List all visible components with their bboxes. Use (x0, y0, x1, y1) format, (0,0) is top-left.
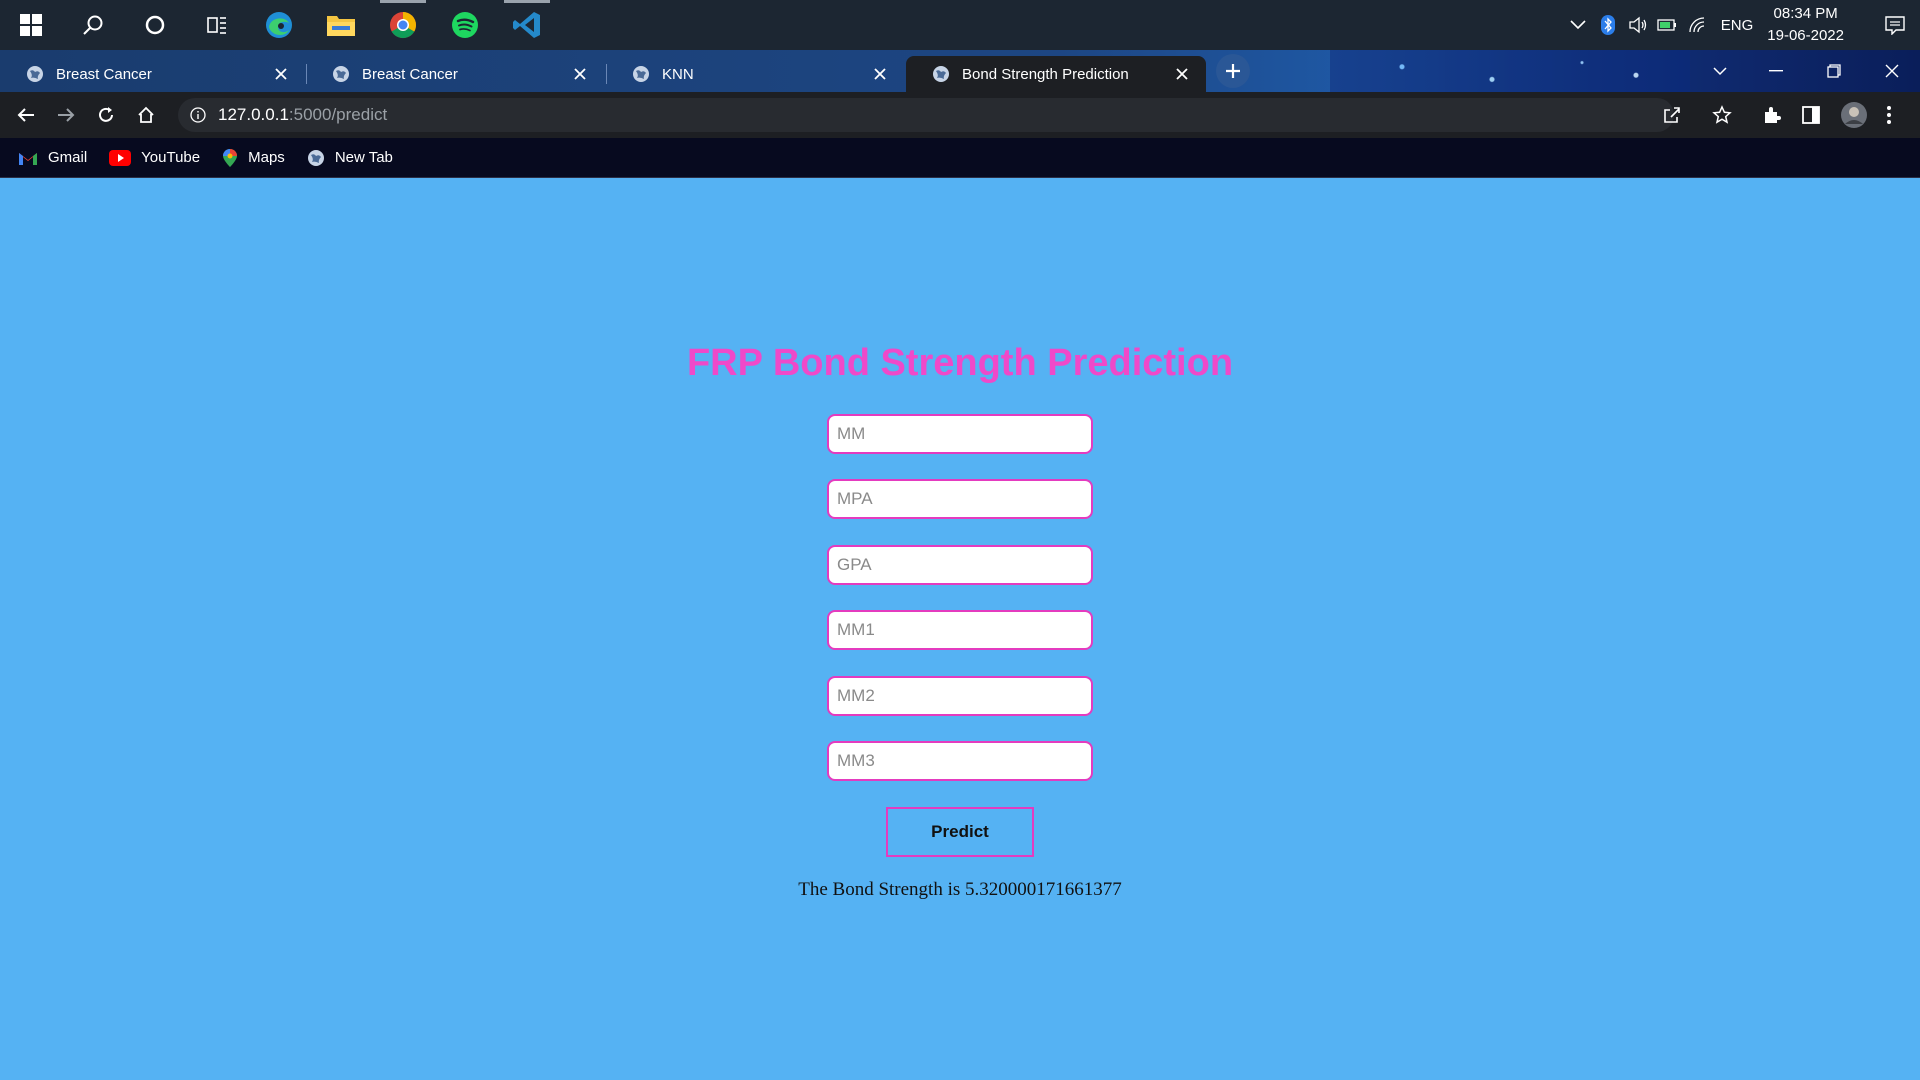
tab-label: Bond Strength Prediction (962, 65, 1129, 83)
gpa-input[interactable] (827, 545, 1093, 585)
close-icon[interactable] (1172, 64, 1192, 84)
tab-breast-cancer-1[interactable]: Breast Cancer (0, 56, 305, 92)
bookmark-youtube[interactable]: YouTube (109, 149, 200, 166)
bookmark-maps[interactable]: Maps (222, 148, 285, 168)
close-window-button[interactable] (1864, 50, 1920, 92)
url-text[interactable]: 127.0.0.1:5000/predict (218, 105, 387, 125)
bluetooth-icon[interactable] (1593, 0, 1623, 50)
clock-date: 19-06-2022 (1767, 27, 1844, 44)
spotify-icon[interactable] (434, 0, 496, 50)
language-indicator[interactable]: ENG (1721, 17, 1754, 34)
forward-icon[interactable] (46, 95, 86, 135)
mm2-input[interactable] (827, 676, 1093, 716)
mm3-input[interactable] (827, 741, 1093, 781)
menu-kebab-icon[interactable] (1886, 92, 1892, 138)
close-icon[interactable] (870, 64, 890, 84)
globe-icon (27, 66, 43, 82)
restore-button[interactable] (1806, 50, 1862, 92)
clock[interactable]: 08:34 PM 19-06-2022 (1767, 3, 1844, 47)
maps-icon (223, 148, 238, 167)
new-tab-button[interactable] (1216, 54, 1250, 88)
cortana-icon[interactable] (124, 0, 186, 50)
tab-bond-strength-prediction[interactable]: Bond Strength Prediction (906, 56, 1206, 92)
page-content: FRP Bond Strength Prediction Predict The… (0, 178, 1920, 1080)
page-title: FRP Bond Strength Prediction (686, 342, 1234, 384)
battery-icon[interactable] (1653, 0, 1683, 50)
home-icon[interactable] (126, 95, 166, 135)
chrome-icon[interactable] (372, 0, 434, 50)
prediction-result: The Bond Strength is 5.320000171661377 (798, 879, 1122, 900)
globe-icon (333, 66, 349, 82)
gmail-icon (19, 152, 37, 165)
task-view-icon[interactable] (186, 0, 248, 50)
volume-icon[interactable] (1623, 0, 1653, 50)
youtube-icon (109, 149, 132, 166)
site-info-icon[interactable] (190, 107, 206, 123)
share-icon[interactable] (1662, 92, 1682, 138)
clock-time: 08:34 PM (1773, 5, 1838, 22)
vscode-icon[interactable] (496, 0, 558, 50)
tab-breast-cancer-2[interactable]: Breast Cancer (306, 56, 604, 92)
minimize-button[interactable] (1748, 50, 1804, 92)
tab-search-chevron-icon[interactable] (1692, 50, 1748, 92)
globe-icon (633, 66, 649, 82)
url-path: :5000/predict (288, 105, 388, 124)
windows-taskbar: ENG 08:34 PM 19-06-2022 (0, 0, 1920, 50)
url-host: 127.0.0.1 (218, 105, 289, 124)
windows-start-icon[interactable] (0, 0, 62, 50)
file-explorer-icon[interactable] (310, 0, 372, 50)
tab-knn[interactable]: KNN (606, 56, 904, 92)
bookmark-label: YouTube (141, 149, 201, 166)
close-icon[interactable] (570, 64, 590, 84)
bookmark-new-tab[interactable]: New Tab (307, 149, 393, 167)
tab-label: Breast Cancer (56, 65, 152, 83)
tab-label: KNN (662, 65, 694, 83)
profile-avatar[interactable] (1840, 92, 1868, 138)
chevron-up-icon[interactable] (1563, 0, 1593, 50)
notification-icon[interactable] (1870, 0, 1920, 50)
search-icon[interactable] (62, 0, 124, 50)
mpa-input[interactable] (827, 479, 1093, 519)
bookmark-label: Gmail (48, 149, 88, 166)
globe-icon (307, 149, 324, 166)
wifi-icon[interactable] (1683, 0, 1713, 50)
edge-icon[interactable] (248, 0, 310, 50)
bookmark-gmail[interactable]: Gmail (18, 149, 87, 166)
bookmarks-bar: Gmail YouTube Maps New Tab (0, 138, 1920, 178)
globe-icon (933, 66, 949, 82)
bookmark-label: Maps (248, 149, 285, 166)
close-icon[interactable] (271, 64, 291, 84)
back-icon[interactable] (6, 95, 46, 135)
extensions-icon[interactable] (1762, 92, 1782, 138)
theme-background (1330, 50, 1690, 92)
side-panel-icon[interactable] (1802, 92, 1820, 138)
mm-input[interactable] (827, 414, 1093, 454)
bookmark-star-icon[interactable] (1712, 92, 1732, 138)
address-bar[interactable]: 127.0.0.1:5000/predict (178, 98, 1674, 132)
reload-icon[interactable] (86, 95, 126, 135)
tab-label: Breast Cancer (362, 65, 458, 83)
predict-button[interactable]: Predict (886, 807, 1034, 857)
mm1-input[interactable] (827, 610, 1093, 650)
bookmark-label: New Tab (334, 149, 393, 166)
